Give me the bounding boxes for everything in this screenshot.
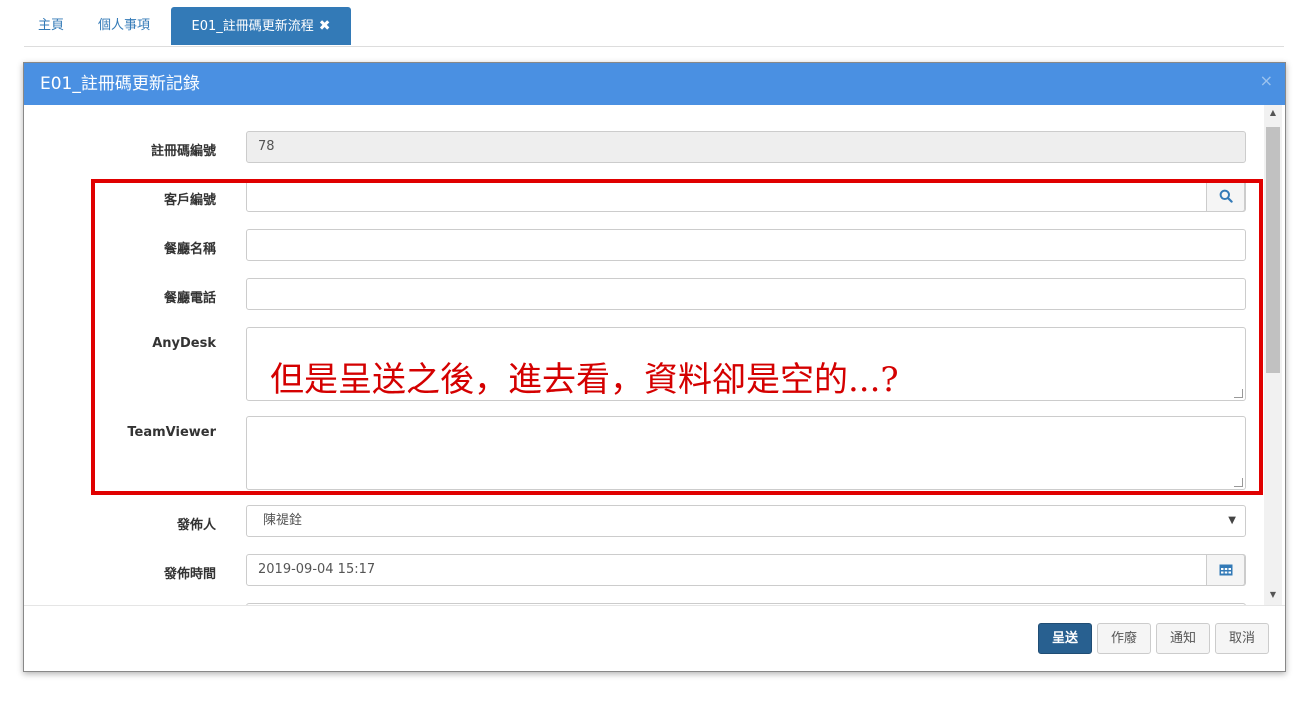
- void-button[interactable]: 作廢: [1097, 623, 1151, 654]
- search-icon: [1219, 189, 1233, 203]
- reg-no-field: 78: [246, 131, 1246, 163]
- restaurant-phone-label: 餐廳電話: [163, 291, 216, 306]
- tab-bar: 主頁 個人事項 E01_註冊碼更新流程 ✖: [24, 7, 1284, 47]
- modal-footer: 呈送 作廢 通知 取消: [24, 605, 1285, 672]
- restaurant-phone-input[interactable]: [246, 278, 1246, 310]
- tab-label: E01_註冊碼更新流程: [191, 19, 314, 34]
- restaurant-name-input[interactable]: [246, 229, 1246, 261]
- customer-no-label: 客戶編號: [163, 193, 216, 208]
- tab-personal-items[interactable]: 個人事項: [98, 7, 150, 45]
- modal-body: 註冊碼編號 78 客戶編號 餐廳名稱 餐廳電話 AnyDesk TeamView…: [24, 105, 1285, 605]
- close-tab-icon[interactable]: ✖: [319, 18, 331, 34]
- teamviewer-label: TeamViewer: [127, 425, 216, 440]
- scroll-up-icon[interactable]: ▲: [1264, 105, 1282, 121]
- cancel-button[interactable]: 取消: [1215, 623, 1269, 654]
- scrollbar[interactable]: ▲ ▼: [1264, 105, 1282, 605]
- modal-header: E01_註冊碼更新記錄 ×: [24, 63, 1285, 105]
- tab-e01-registration-update[interactable]: E01_註冊碼更新流程 ✖: [171, 7, 351, 45]
- notify-button[interactable]: 通知: [1156, 623, 1210, 654]
- submit-button[interactable]: 呈送: [1038, 623, 1092, 654]
- customer-search-button[interactable]: [1206, 180, 1245, 212]
- restaurant-name-label: 餐廳名稱: [163, 242, 216, 257]
- tab-home[interactable]: 主頁: [38, 7, 64, 45]
- publish-time-input[interactable]: 2019-09-04 15:17: [246, 554, 1246, 586]
- anydesk-textarea[interactable]: [246, 327, 1246, 401]
- resize-handle[interactable]: [1234, 478, 1243, 487]
- reg-no-label: 註冊碼編號: [150, 144, 216, 159]
- anydesk-label: AnyDesk: [152, 336, 216, 351]
- resize-handle[interactable]: [1234, 389, 1243, 398]
- publisher-select[interactable]: 陳禔銓 ▼: [246, 505, 1246, 537]
- dropdown-arrow-icon: ▼: [1228, 515, 1236, 526]
- modal-title: E01_註冊碼更新記錄: [40, 74, 200, 94]
- scroll-down-icon[interactable]: ▼: [1264, 587, 1282, 603]
- teamviewer-textarea[interactable]: [246, 416, 1246, 490]
- modal-dialog: E01_註冊碼更新記錄 × 註冊碼編號 78 客戶編號 餐廳名稱 餐廳電話 An…: [23, 62, 1286, 672]
- modal-close-icon[interactable]: ×: [1260, 71, 1273, 90]
- publisher-label: 發佈人: [176, 518, 216, 533]
- scroll-thumb[interactable]: [1266, 127, 1280, 373]
- calendar-button[interactable]: [1206, 554, 1245, 586]
- publish-time-label: 發佈時間: [163, 567, 216, 582]
- calendar-icon: [1219, 564, 1232, 576]
- publish-time-value: 2019-09-04 15:17: [258, 562, 376, 577]
- publisher-value: 陳禔銓: [263, 513, 303, 528]
- customer-no-input[interactable]: [246, 180, 1246, 212]
